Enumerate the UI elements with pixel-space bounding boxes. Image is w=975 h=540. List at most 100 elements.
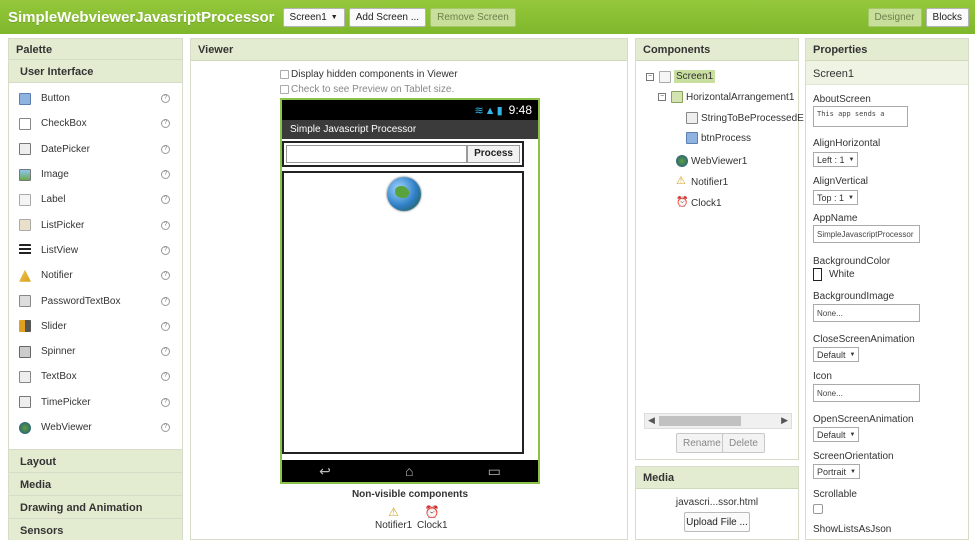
- tree-item-notifier1[interactable]: ⚠ Notifier1: [676, 176, 728, 188]
- palette-item-notifier[interactable]: Notifier?: [9, 263, 182, 288]
- help-icon[interactable]: ?: [161, 94, 170, 104]
- scroll-right-icon[interactable]: ▶: [781, 415, 788, 426]
- palette-item-passwordtextbox[interactable]: PasswordTextBox?: [9, 288, 182, 313]
- help-icon[interactable]: ?: [161, 372, 170, 382]
- help-icon[interactable]: ?: [161, 296, 170, 306]
- chevron-down-icon: ▼: [848, 194, 854, 201]
- tree-item-horizontalarrangement1[interactable]: − HorizontalArrangement1: [658, 91, 794, 103]
- help-icon[interactable]: ?: [161, 271, 170, 281]
- viewer-panel: Viewer Display hidden components in View…: [190, 38, 628, 540]
- palette-item-label[interactable]: Label?: [9, 187, 182, 212]
- process-button-preview[interactable]: Process: [467, 145, 520, 163]
- remove-screen-button[interactable]: Remove Screen: [430, 7, 516, 27]
- screen-icon: [659, 70, 671, 83]
- textbox-preview[interactable]: [286, 145, 468, 163]
- palette-item-button[interactable]: Button?: [9, 86, 182, 111]
- palette-item-textbox[interactable]: TextBox?: [9, 364, 182, 389]
- scrollbar-thumb[interactable]: [659, 416, 741, 426]
- help-icon[interactable]: ?: [161, 347, 170, 357]
- scroll-left-icon[interactable]: ◀: [648, 415, 655, 426]
- clock-icon: ⏰: [424, 505, 440, 519]
- palette-item-listview[interactable]: ListView?: [9, 238, 182, 263]
- tree-label: Notifier1: [691, 176, 729, 188]
- nonvisible-notifier[interactable]: ⚠ Notifier1: [375, 505, 412, 531]
- screen-select[interactable]: Screen1 ▼: [282, 7, 345, 27]
- help-icon[interactable]: ?: [161, 170, 170, 180]
- palette-item-listpicker[interactable]: ListPicker?: [9, 212, 182, 237]
- properties-title: Properties: [806, 39, 968, 61]
- tree-item-stringtobeprocessed[interactable]: StringToBeProcessedE: [686, 112, 804, 124]
- add-screen-button[interactable]: Add Screen ...: [348, 7, 427, 27]
- help-icon[interactable]: ?: [161, 397, 170, 407]
- palette-item-webviewer[interactable]: WebViewer?: [9, 415, 182, 440]
- webviewer-preview[interactable]: [282, 171, 524, 454]
- tree-item-webviewer1[interactable]: WebViewer1: [676, 155, 747, 167]
- tree-item-clock1[interactable]: ⏰ Clock1: [676, 197, 722, 209]
- background-image-field[interactable]: None...: [813, 304, 920, 322]
- chevron-down-icon: ▼: [850, 468, 856, 475]
- palette-item-datepicker[interactable]: DatePicker?: [9, 137, 182, 162]
- help-icon[interactable]: ?: [161, 144, 170, 154]
- tablet-preview-checkbox[interactable]: Check to see Preview on Tablet size.: [280, 84, 454, 95]
- slider-icon: [19, 320, 31, 333]
- category-drawing-and-animation[interactable]: Drawing and Animation: [8, 496, 183, 519]
- help-icon[interactable]: ?: [161, 220, 170, 230]
- screen-orientation-label: ScreenOrientation: [813, 451, 894, 462]
- globe-icon: [387, 177, 421, 211]
- app-name-field[interactable]: SimpleJavascriptProcessor: [813, 225, 920, 243]
- checkbox-box[interactable]: [280, 70, 289, 79]
- screen-title-bar: Simple Javascript Processor: [282, 120, 538, 139]
- selected-component-name: Screen1: [806, 61, 968, 85]
- color-value: White: [829, 269, 855, 280]
- help-icon[interactable]: ?: [161, 423, 170, 432]
- datepicker-icon: [19, 143, 31, 156]
- image-icon: [19, 168, 31, 181]
- checkbox-box[interactable]: [280, 85, 289, 94]
- about-screen-field[interactable]: This app sends a: [813, 106, 908, 127]
- show-hidden-checkbox[interactable]: Display hidden components in Viewer: [280, 69, 458, 80]
- upload-file-button[interactable]: Upload File ...: [684, 512, 750, 532]
- designer-button[interactable]: Designer: [867, 8, 922, 27]
- screen-orientation-select[interactable]: Portrait ▼: [813, 464, 860, 479]
- category-media[interactable]: Media: [8, 473, 183, 496]
- help-icon[interactable]: ?: [161, 245, 170, 255]
- collapse-icon[interactable]: −: [658, 93, 666, 101]
- palette-item-label: Notifier: [41, 270, 73, 282]
- tree-item-btnprocess[interactable]: btnProcess: [686, 132, 751, 144]
- open-animation-select[interactable]: Default ▼: [813, 427, 860, 442]
- palette-item-timepicker[interactable]: TimePicker?: [9, 390, 182, 415]
- icon-field[interactable]: None...: [813, 384, 920, 402]
- palette-item-slider[interactable]: Slider?: [9, 314, 182, 339]
- rename-button[interactable]: Rename: [676, 433, 728, 453]
- category-layout[interactable]: Layout: [8, 450, 183, 473]
- close-animation-select[interactable]: Default ▼: [813, 347, 860, 362]
- align-vertical-select[interactable]: Top : 1 ▼: [813, 190, 858, 205]
- clock-icon: ⏰: [676, 197, 689, 208]
- tree-item-screen1[interactable]: − Screen1: [646, 70, 716, 83]
- tree-label: HorizontalArrangement1: [686, 91, 795, 103]
- scrollable-checkbox[interactable]: [813, 504, 823, 514]
- palette-item-spinner[interactable]: Spinner?: [9, 339, 182, 364]
- blocks-button[interactable]: Blocks: [925, 8, 969, 27]
- open-animation-label: OpenScreenAnimation: [813, 414, 914, 425]
- tree-label: Screen1: [674, 70, 716, 83]
- collapse-icon[interactable]: −: [646, 72, 654, 81]
- category-sensors[interactable]: Sensors: [8, 519, 183, 540]
- media-file[interactable]: javascri...ssor.html: [636, 497, 798, 508]
- nonvisible-label: Clock1: [417, 520, 448, 531]
- color-swatch: [813, 268, 822, 281]
- palette-item-label: PasswordTextBox: [41, 295, 121, 307]
- palette-item-checkbox[interactable]: CheckBox?: [9, 111, 182, 136]
- help-icon[interactable]: ?: [161, 195, 170, 205]
- help-icon[interactable]: ?: [161, 321, 170, 331]
- nonvisible-clock[interactable]: ⏰ Clock1: [417, 505, 448, 531]
- background-color-picker[interactable]: White: [813, 268, 855, 281]
- category-user-interface[interactable]: User Interface: [8, 60, 183, 83]
- horizontal-scrollbar[interactable]: ◀ ▶: [644, 413, 792, 429]
- delete-button[interactable]: Delete: [722, 433, 765, 453]
- palette-item-image[interactable]: Image?: [9, 162, 182, 187]
- tree-label: btnProcess: [701, 132, 752, 144]
- horizontal-arrangement-preview[interactable]: Process: [282, 141, 524, 167]
- help-icon[interactable]: ?: [161, 119, 170, 129]
- align-horizontal-select[interactable]: Left : 1 ▼: [813, 152, 859, 167]
